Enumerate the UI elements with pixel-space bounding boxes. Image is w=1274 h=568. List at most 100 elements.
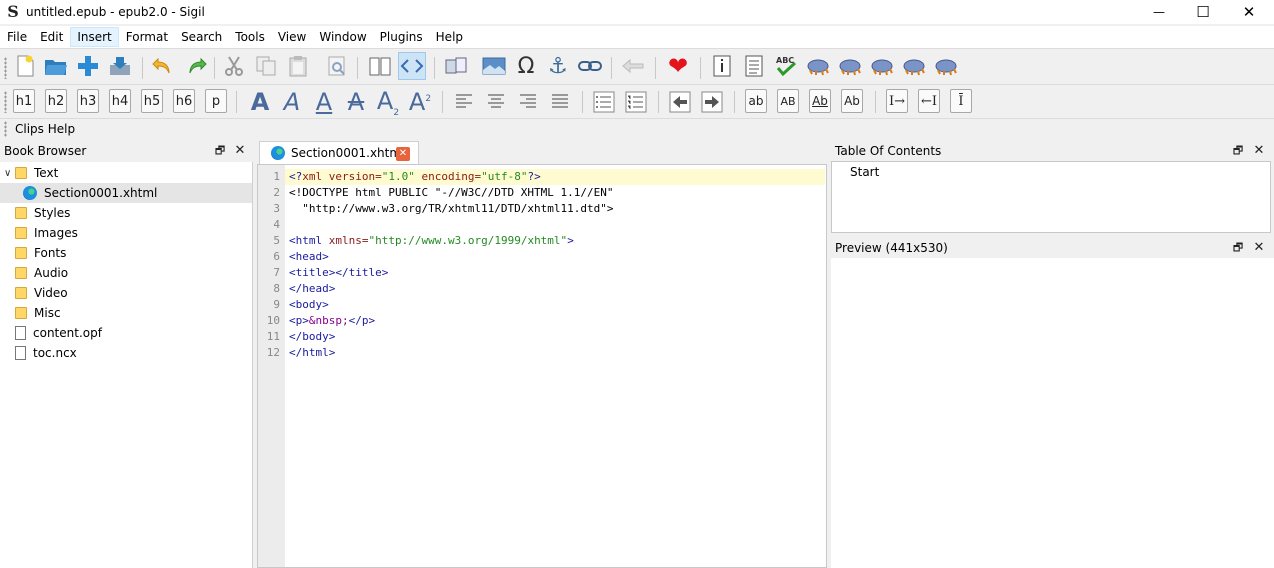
- align-left-button[interactable]: [450, 88, 478, 116]
- plugin-button-4[interactable]: [900, 52, 928, 80]
- tab-section0001[interactable]: Section0001.xhtml ✕: [259, 141, 419, 164]
- donate-button[interactable]: ❤: [664, 52, 692, 80]
- spellcheck-button[interactable]: ABC: [772, 52, 800, 80]
- paste-button[interactable]: [284, 52, 312, 80]
- metadata-button[interactable]: [708, 52, 736, 80]
- toolbar-grip[interactable]: [4, 91, 7, 113]
- insert-class-button[interactable]: ←I: [918, 89, 940, 113]
- chevron-down-icon[interactable]: ∨: [4, 168, 11, 179]
- heading-h6-button[interactable]: h6: [173, 89, 195, 113]
- maximize-button[interactable]: ☐: [1180, 0, 1226, 24]
- back-button[interactable]: [619, 52, 647, 80]
- decrease-indent-button[interactable]: [666, 88, 694, 116]
- copy-button[interactable]: [252, 52, 280, 80]
- tree-item-label: Text: [34, 166, 59, 180]
- cut-button[interactable]: [220, 52, 248, 80]
- toc-button[interactable]: [740, 52, 768, 80]
- clips-help-button[interactable]: Clips Help: [15, 122, 75, 136]
- subscript-button[interactable]: A2: [374, 87, 402, 118]
- close-toc-button[interactable]: ✕: [1252, 144, 1266, 158]
- code-view-button[interactable]: [398, 52, 426, 80]
- new-file-button[interactable]: [11, 52, 39, 80]
- split-view-button[interactable]: [442, 52, 470, 80]
- increase-indent-button[interactable]: [698, 88, 726, 116]
- align-right-button[interactable]: [514, 88, 542, 116]
- heading-h3-button[interactable]: h3: [77, 89, 99, 113]
- tree-file-content-opf[interactable]: content.opf: [0, 323, 252, 343]
- add-file-button[interactable]: [74, 52, 102, 80]
- insert-link-button[interactable]: [576, 52, 604, 80]
- italic-button[interactable]: A: [278, 88, 306, 116]
- tree-folder-audio[interactable]: Audio: [0, 263, 252, 283]
- float-toc-button[interactable]: 🗗: [1231, 144, 1245, 158]
- align-center-button[interactable]: [482, 88, 510, 116]
- insert-anchor-button[interactable]: ⚓: [544, 52, 572, 80]
- close-button[interactable]: ✕: [1226, 0, 1272, 24]
- book-browser-tree[interactable]: ∨ Text Section0001.xhtml Styles Images F…: [0, 162, 253, 568]
- print-preview-button[interactable]: [323, 52, 351, 80]
- toolbar-grip[interactable]: [4, 121, 7, 137]
- plugin-button-1[interactable]: [804, 52, 832, 80]
- heading-h1-button[interactable]: h1: [13, 89, 35, 113]
- heading-h5-button[interactable]: h5: [141, 89, 163, 113]
- close-tab-icon[interactable]: ✕: [396, 147, 410, 161]
- capitalize-button[interactable]: Ab: [841, 89, 863, 113]
- code-editor[interactable]: 1 2 3 4 5 6 7 8 9 10 11 12 <?xml version…: [257, 164, 827, 568]
- insert-marker-button[interactable]: Ī: [950, 89, 972, 113]
- close-preview-button[interactable]: ✕: [1252, 241, 1266, 255]
- tree-folder-video[interactable]: Video: [0, 283, 252, 303]
- toc-item-start[interactable]: Start: [850, 165, 879, 179]
- undo-button[interactable]: [149, 52, 177, 80]
- strikethrough-button[interactable]: A: [342, 88, 370, 116]
- justify-button[interactable]: [546, 88, 574, 116]
- uppercase-button[interactable]: AB: [777, 89, 799, 113]
- close-icon: ✕: [1253, 240, 1265, 255]
- plugin-button-2[interactable]: [836, 52, 864, 80]
- float-preview-button[interactable]: 🗗: [1231, 241, 1245, 255]
- open-file-button[interactable]: [42, 52, 70, 80]
- tree-folder-misc[interactable]: Misc: [0, 303, 252, 323]
- menu-plugins[interactable]: Plugins: [374, 27, 429, 47]
- close-book-browser-button[interactable]: ✕: [233, 144, 247, 158]
- save-button[interactable]: [106, 52, 134, 80]
- bullet-list-button[interactable]: [590, 88, 618, 116]
- menu-help[interactable]: Help: [430, 27, 469, 47]
- paragraph-button[interactable]: p: [205, 89, 227, 113]
- heading-h4-button[interactable]: h4: [109, 89, 131, 113]
- redo-button[interactable]: [182, 52, 210, 80]
- tree-file-toc-ncx[interactable]: toc.ncx: [0, 343, 252, 363]
- maximize-icon: ☐: [1196, 3, 1210, 21]
- lowercase-button[interactable]: ab: [745, 89, 767, 113]
- toolbar-grip[interactable]: [4, 57, 7, 79]
- insert-id-button[interactable]: I→: [886, 89, 908, 113]
- book-view-button[interactable]: [366, 52, 394, 80]
- bold-button[interactable]: A: [246, 88, 274, 116]
- tree-folder-fonts[interactable]: Fonts: [0, 243, 252, 263]
- tree-folder-text[interactable]: ∨ Text: [0, 163, 252, 183]
- minimize-button[interactable]: —: [1136, 0, 1182, 24]
- tree-file-section0001[interactable]: Section0001.xhtml: [0, 183, 252, 203]
- underline-button[interactable]: A: [310, 88, 338, 116]
- code-view-icon: [400, 59, 424, 73]
- menu-view[interactable]: View: [272, 27, 312, 47]
- preview-pane[interactable]: [831, 258, 1274, 568]
- menu-insert[interactable]: Insert: [70, 27, 119, 47]
- titlecase-button[interactable]: Ab: [809, 89, 831, 113]
- menu-window[interactable]: Window: [313, 27, 372, 47]
- superscript-button[interactable]: A2: [406, 88, 434, 116]
- insert-special-char-button[interactable]: Ω: [512, 52, 540, 80]
- tree-folder-styles[interactable]: Styles: [0, 203, 252, 223]
- toc-tree[interactable]: Start: [831, 161, 1271, 233]
- menu-file[interactable]: File: [1, 27, 33, 47]
- menu-tools[interactable]: Tools: [229, 27, 271, 47]
- plugin-button-3[interactable]: [868, 52, 896, 80]
- numbered-list-button[interactable]: [622, 88, 650, 116]
- tree-folder-images[interactable]: Images: [0, 223, 252, 243]
- plugin-button-5[interactable]: [932, 52, 960, 80]
- insert-image-button[interactable]: [480, 52, 508, 80]
- float-book-browser-button[interactable]: 🗗: [213, 144, 227, 158]
- menu-edit[interactable]: Edit: [34, 27, 69, 47]
- heading-h2-button[interactable]: h2: [45, 89, 67, 113]
- menu-search[interactable]: Search: [175, 27, 228, 47]
- menu-format[interactable]: Format: [120, 27, 174, 47]
